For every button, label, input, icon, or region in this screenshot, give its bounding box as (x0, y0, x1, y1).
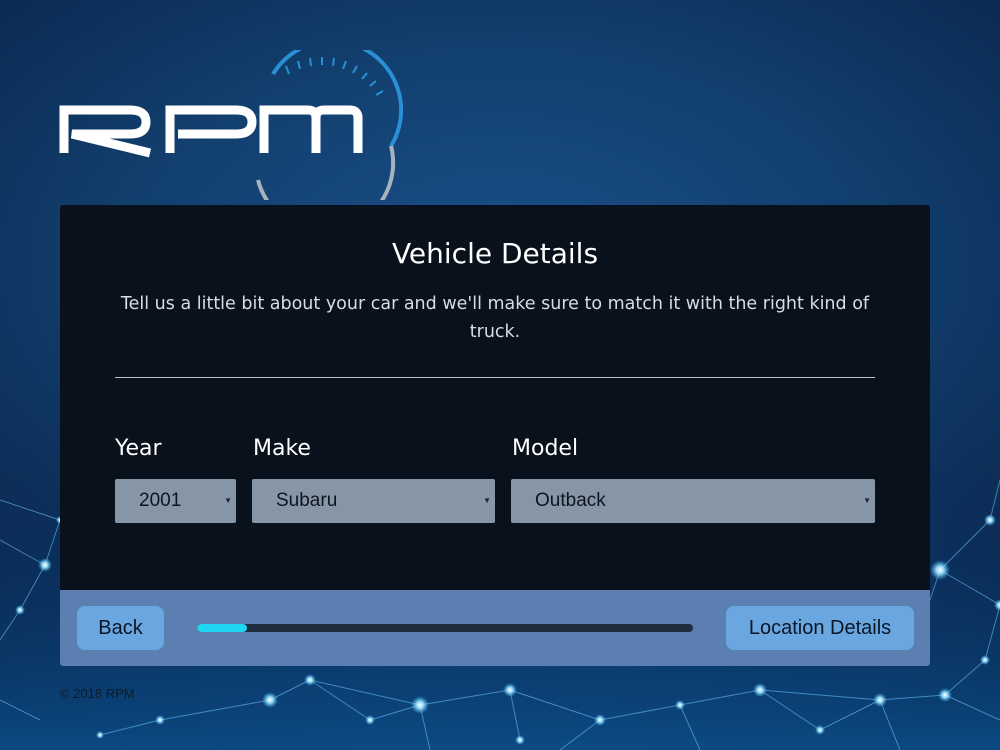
year-select[interactable]: 2001 ▼ (115, 479, 236, 523)
divider (115, 377, 875, 378)
page-subtitle: Tell us a little bit about your car and … (120, 294, 870, 342)
rpm-logo (59, 50, 403, 200)
progress-bar (197, 624, 693, 632)
location-details-button[interactable]: Location Details (726, 606, 914, 650)
year-select-value: 2001 (139, 490, 182, 511)
model-select-value: Outback (535, 490, 606, 511)
dropdown-arrow-icon: ▼ (224, 496, 232, 505)
model-label: Model (512, 436, 579, 461)
page-title: Vehicle Details (391, 237, 599, 270)
progress-fill (197, 624, 247, 632)
copyright-text: © 2018 RPM (60, 686, 135, 701)
back-button[interactable]: Back (77, 606, 164, 650)
year-label: Year (115, 436, 162, 461)
make-select[interactable]: Subaru ▼ (252, 479, 495, 523)
dropdown-arrow-icon: ▼ (863, 496, 871, 505)
make-label: Make (253, 436, 311, 461)
dropdown-arrow-icon: ▼ (483, 496, 491, 505)
make-select-value: Subaru (276, 490, 338, 511)
model-select[interactable]: Outback ▼ (511, 479, 875, 523)
